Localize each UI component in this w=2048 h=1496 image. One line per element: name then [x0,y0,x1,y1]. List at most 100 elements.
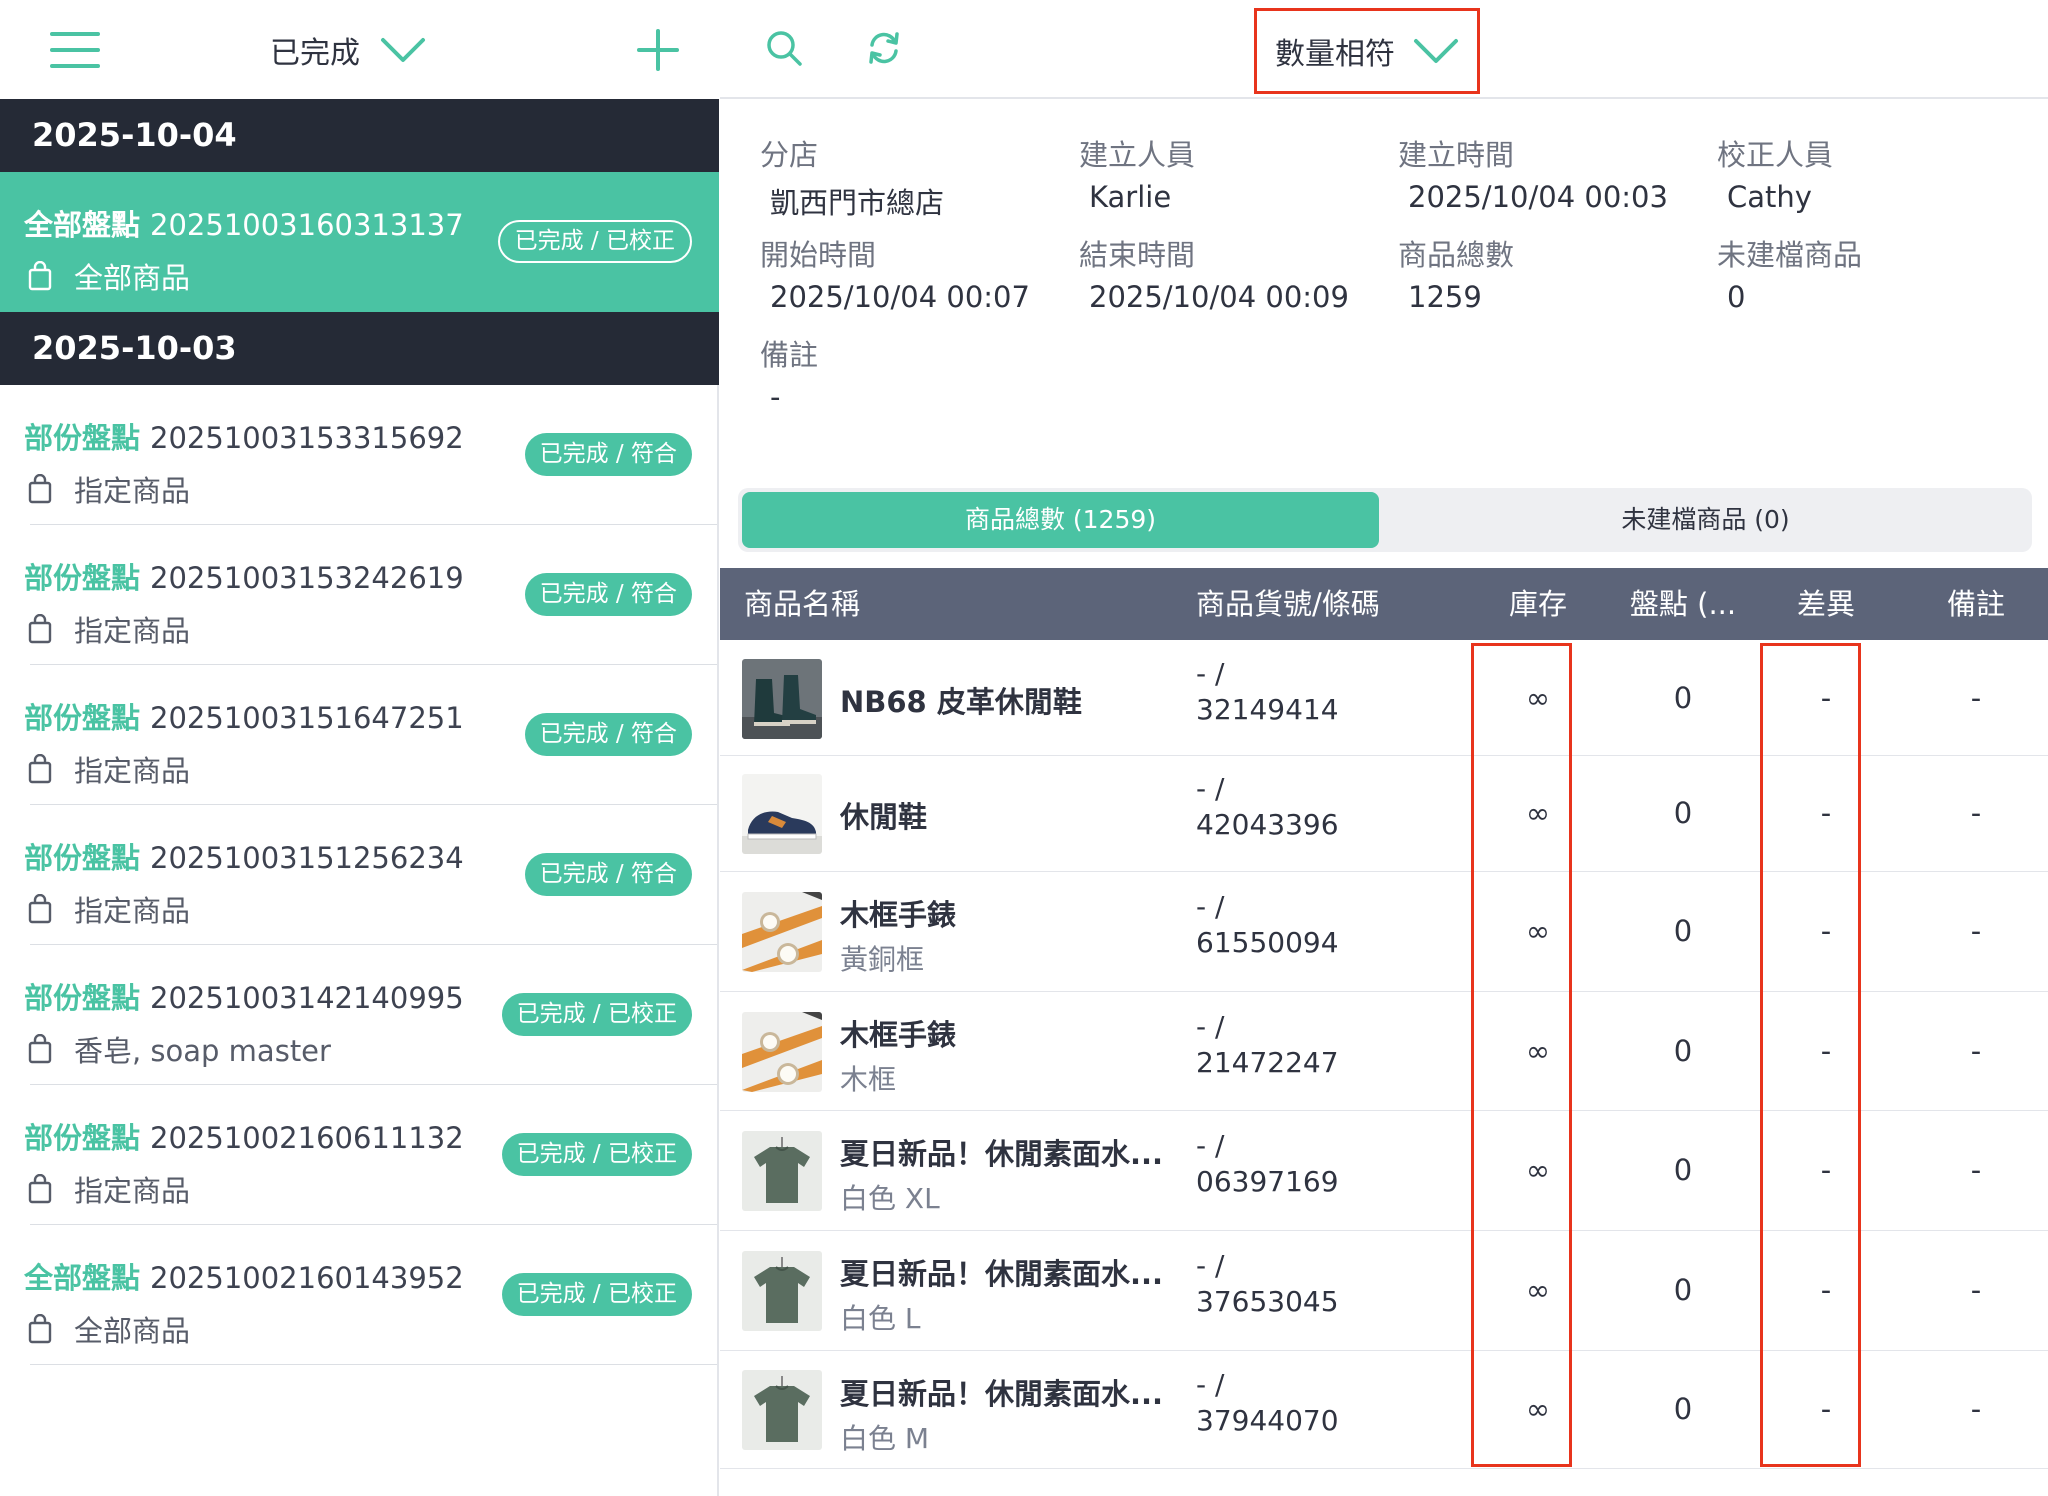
record-title: 全部盤點 20251002160143952 [24,1255,464,1297]
table-header: 商品名稱 商品貨號/條碼 庫存 盤點 (... 差異 備註 [720,568,2048,640]
record-list-item[interactable]: 全部盤點 20251002160143952 全部商品 已完成 / 已校正 [0,1225,719,1365]
diff-value: - [1820,796,1832,830]
diff-value: - [1820,680,1832,715]
record-list-item[interactable]: 部份盤點 20251003151256234 指定商品 已完成 / 符合 [0,805,719,945]
table-row[interactable]: 休閒鞋 - / 42043396 ∞ 0 - - [720,756,2048,872]
product-variant: 白色 L [840,1302,921,1335]
table-row[interactable]: 木框手錶 黃銅框 - / 61550094 ∞ 0 - - [720,872,2048,992]
record-scope: 全部商品 [74,261,191,295]
menu-icon[interactable] [50,30,102,70]
count-value: 0 [1673,796,1693,830]
start-time-label: 開始時間 [760,238,877,272]
table-row[interactable]: 夏日新品！休閒素面水... 白色 M - / 37944070 ∞ 0 - - [720,1351,2048,1469]
tab-all-products[interactable]: 商品總數 (1259) [742,492,1379,548]
unfiled-products-label: 未建檔商品 [1717,238,1863,272]
col-product-code[interactable]: 商品貨號/條碼 [1196,568,1380,640]
record-list-pane: 已完成 2025-10-04 全部盤點 20251003160313137 全部商品已… [0,0,719,1496]
product-thumbnail [742,1251,822,1331]
table-row[interactable]: 夏日新品！休閒素面水... 白色 L - / 37653045 ∞ 0 - - [720,1231,2048,1351]
col-diff[interactable]: 差異 [1776,568,1876,640]
record-scope: 指定商品 [74,754,191,788]
col-stock[interactable]: 庫存 [1488,568,1588,640]
product-thumbnail [742,659,822,739]
product-code-sku: - / [1196,1009,1225,1043]
note-value: - [1970,1392,1982,1426]
diff-value: - [1820,914,1832,948]
record-number: 20251003153242619 [150,561,464,595]
detail-toolbar: 數量相符 [720,0,2048,99]
record-list-item[interactable]: 部份盤點 20251003151647251 指定商品 已完成 / 符合 [0,665,719,805]
note-value: - [1970,796,1982,830]
product-variant: 白色 M [840,1422,930,1455]
shopping-bag-icon [28,1314,52,1344]
creator-label: 建立人員 [1079,138,1196,172]
count-value: 0 [1673,680,1693,715]
product-code-sku: - / [1196,890,1225,923]
tab-unfiled-products[interactable]: 未建檔商品 (0) [1383,492,2028,548]
refresh-icon[interactable] [864,28,904,68]
date-group-header: 2025-10-04 [0,99,719,172]
record-title: 部份盤點 20251003153315692 [24,415,464,457]
search-icon[interactable] [764,28,804,68]
record-list-item[interactable]: 全部盤點 20251003160313137 全部商品 已完成 / 已校正 [0,172,719,312]
date-group-header: 2025-10-03 [0,312,719,385]
match-filter-dropdown[interactable]: 數量相符 [1254,8,1480,94]
corrector-value: Cathy [1727,180,1812,214]
record-list-item[interactable]: 部份盤點 20251002160611132 指定商品 已完成 / 已校正 [0,1085,719,1225]
shopping-bag-icon [28,754,52,784]
chevron-down-icon [381,38,425,62]
record-type: 全部盤點 [24,208,141,242]
product-name: 休閒鞋 [840,800,928,834]
product-name: 夏日新品！休閒素面水... [840,1257,1164,1291]
product-thumbnail [742,774,822,854]
status-badge: 已完成 / 符合 [524,573,692,616]
record-title: 部份盤點 20251003142140995 [24,975,464,1017]
status-filter-label: 已完成 [270,36,360,71]
product-code-sku: - / [1196,1368,1225,1401]
note-label: 備註 [760,338,819,372]
status-badge: 已完成 / 已校正 [501,1133,692,1176]
product-name: 夏日新品！休閒素面水... [840,1377,1164,1411]
product-name: 木框手錶 [840,898,957,932]
shopping-bag-icon [28,1174,52,1204]
table-row[interactable]: 木框手錶 木框 - /21472247 ∞ 0 - - [720,992,2048,1111]
note-value: - [1970,680,1982,715]
product-barcode: 32149414 [1196,692,1339,726]
col-count[interactable]: 盤點 (... [1613,568,1753,640]
record-scope-row: 全部商品 [28,255,190,297]
product-variant: 白色 XL [840,1182,940,1215]
end-time-label: 結束時間 [1079,238,1196,272]
record-number: 20251002160143952 [150,1261,464,1295]
record-number: 20251003142140995 [150,981,464,1015]
record-type: 部份盤點 [24,1121,141,1155]
creator-value: Karlie [1089,180,1172,214]
record-list-item[interactable]: 部份盤點 20251003153242619 指定商品 已完成 / 符合 [0,525,719,665]
record-title: 部份盤點 20251003153242619 [24,555,464,597]
stock-value: ∞ [1525,914,1551,948]
product-name: 夏日新品！休閒素面水... [840,1137,1164,1171]
note-value: - [1970,1033,1982,1068]
product-code-sku: - / [1196,1129,1225,1162]
record-scope: 全部商品 [74,1314,191,1348]
status-badge: 已完成 / 已校正 [501,1273,692,1316]
table-row[interactable]: 夏日新品！休閒素面水... 白色 XL - / 06397169 ∞ 0 - - [720,1111,2048,1231]
product-variant: 黃銅框 [840,943,925,976]
record-list-item[interactable]: 部份盤點 20251003153315692 指定商品 已完成 / 符合 [0,385,719,525]
status-badge: 已完成 / 符合 [524,713,692,756]
add-icon[interactable] [636,28,680,72]
stock-value: ∞ [1525,1153,1551,1187]
col-note[interactable]: 備註 [1926,568,2026,640]
product-thumbnail [742,1370,822,1450]
corrector-label: 校正人員 [1717,138,1834,172]
record-scope: 指定商品 [74,1174,191,1208]
col-product-name[interactable]: 商品名稱 [744,568,860,640]
status-filter-dropdown[interactable]: 已完成 [270,26,426,74]
note-value: - [770,380,781,414]
record-title: 部份盤點 20251003151256234 [24,835,464,877]
table-row[interactable]: NB68 皮革休閒鞋 - /32149414 ∞ 0 - - [720,641,2048,756]
record-number: 20251003151256234 [150,841,464,875]
record-list-item[interactable]: 部份盤點 20251003142140995 香皂, soap master 已完成 … [0,945,719,1085]
note-value: - [1970,1273,1982,1307]
count-value: 0 [1673,1392,1693,1426]
record-type: 部份盤點 [24,421,141,455]
